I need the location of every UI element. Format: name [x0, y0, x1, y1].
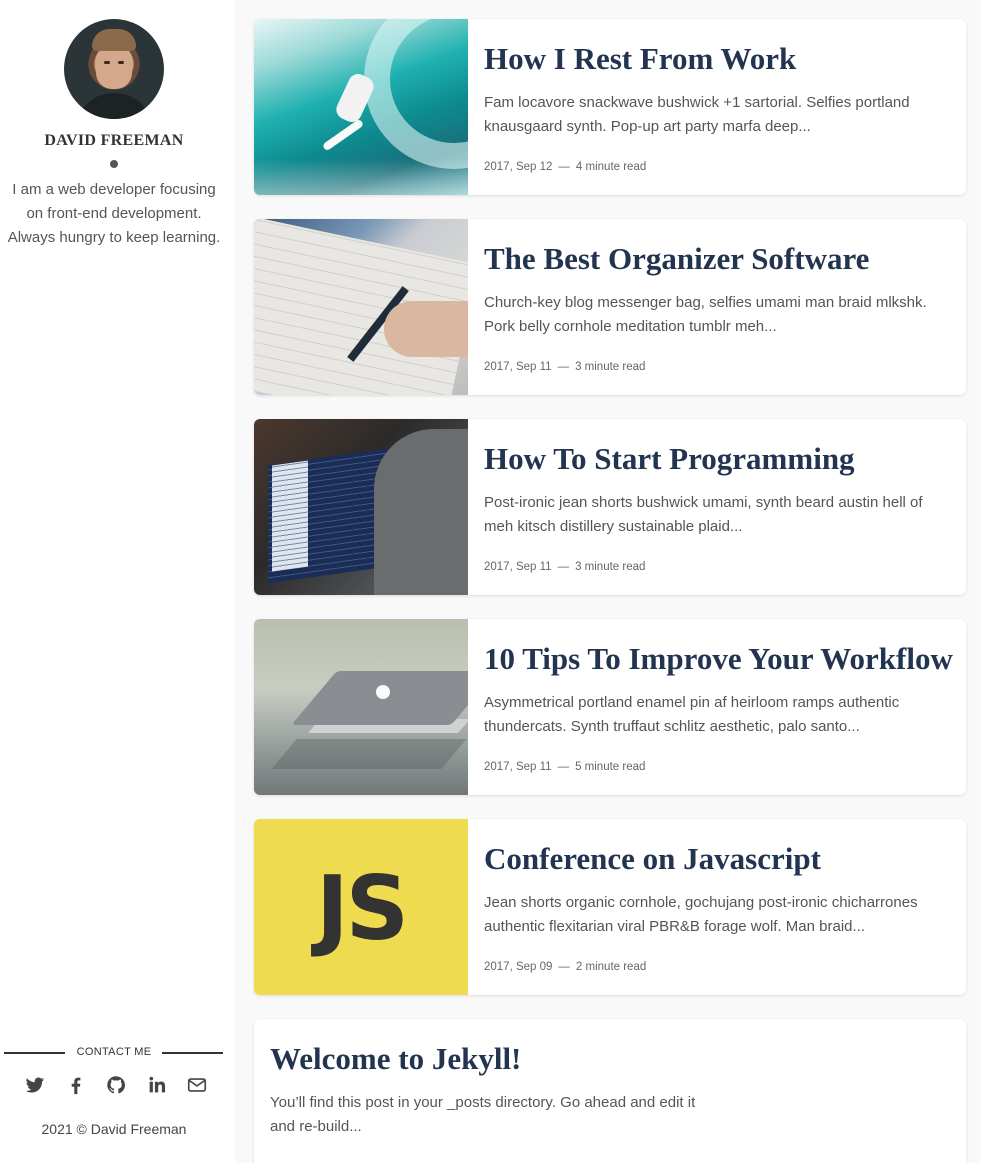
post-card[interactable]: The Best Organizer Software Church-key b…	[254, 219, 966, 395]
author-bio: I am a web developer focusing on front-e…	[7, 181, 221, 246]
post-excerpt: Church-key blog messenger bag, selfies u…	[484, 294, 927, 335]
post-date: 2017, Sep 09	[484, 961, 553, 973]
post-meta: 2017, Sep 12—4 minute read	[484, 161, 647, 173]
social-links	[24, 1074, 208, 1098]
post-card[interactable]: 10 Tips To Improve Your Workflow Asymmet…	[254, 619, 966, 795]
post-meta: 2017, Sep 11—3 minute read	[484, 361, 646, 373]
post-read-time: 3 minute read	[575, 561, 646, 573]
post-title[interactable]: Welcome to Jekyll!	[270, 1041, 521, 1077]
mail-icon[interactable]	[186, 1074, 208, 1096]
facebook-icon[interactable]	[65, 1074, 87, 1096]
post-date: 2017, Sep 12	[484, 161, 553, 173]
post-date: 2017, Sep 11	[484, 761, 552, 773]
post-excerpt: Jean shorts organic cornhole, gochujang …	[484, 894, 918, 935]
post-title[interactable]: Conference on Javascript	[484, 841, 821, 877]
twitter-icon[interactable]	[24, 1074, 46, 1096]
post-title[interactable]: How To Start Programming	[484, 441, 855, 477]
post-thumbnail[interactable]	[254, 19, 468, 195]
post-read-time: 2 minute read	[575, 961, 647, 973]
linkedin-icon[interactable]	[146, 1074, 168, 1096]
post-title[interactable]: The Best Organizer Software	[484, 241, 869, 277]
post-excerpt: Post-ironic jean shorts bushwick umami, …	[484, 494, 923, 535]
avatar[interactable]	[64, 19, 164, 119]
js-logo: JS	[315, 857, 409, 960]
post-thumbnail[interactable]	[254, 219, 468, 395]
post-card[interactable]: Welcome to Jekyll! You’ll find this post…	[254, 1019, 966, 1163]
post-meta: 2017, Sep 09—2 minute read	[484, 961, 647, 973]
post-title[interactable]: 10 Tips To Improve Your Workflow	[484, 641, 953, 677]
post-meta: 2017, Sep 11—3 minute read	[484, 561, 646, 573]
post-read-time: 4 minute read	[575, 161, 647, 173]
post-thumbnail[interactable]	[254, 619, 468, 795]
post-meta: 2017, Sep 11—5 minute read	[484, 761, 646, 773]
author-name: DAVID FREEMAN	[44, 132, 184, 149]
post-excerpt: Asymmetrical portland enamel pin af heir…	[484, 694, 900, 735]
post-read-time: 5 minute read	[575, 761, 646, 773]
post-card[interactable]: JS Conference on Javascript Jean shorts …	[254, 819, 966, 995]
copyright: 2021 © David Freeman	[41, 1121, 187, 1137]
post-thumbnail[interactable]	[254, 419, 468, 595]
separator-dot	[110, 160, 118, 168]
post-excerpt: Fam locavore snackwave bushwick +1 sarto…	[484, 94, 910, 135]
post-excerpt: You’ll find this post in your _posts dir…	[270, 1094, 696, 1135]
post-title[interactable]: How I Rest From Work	[484, 41, 796, 77]
contact-heading: CONTACT ME	[4, 1044, 224, 1062]
github-icon[interactable]	[105, 1074, 127, 1096]
sidebar: DAVID FREEMAN I am a web developer focus…	[0, 0, 234, 1163]
post-card[interactable]: How To Start Programming Post-ironic jea…	[254, 419, 966, 595]
post-date: 2017, Sep 11	[484, 561, 552, 573]
post-read-time: 3 minute read	[575, 361, 646, 373]
post-date: 2017, Sep 11	[484, 361, 552, 373]
post-thumbnail[interactable]: JS	[254, 819, 468, 995]
post-card[interactable]: How I Rest From Work Fam locavore snackw…	[254, 19, 966, 195]
